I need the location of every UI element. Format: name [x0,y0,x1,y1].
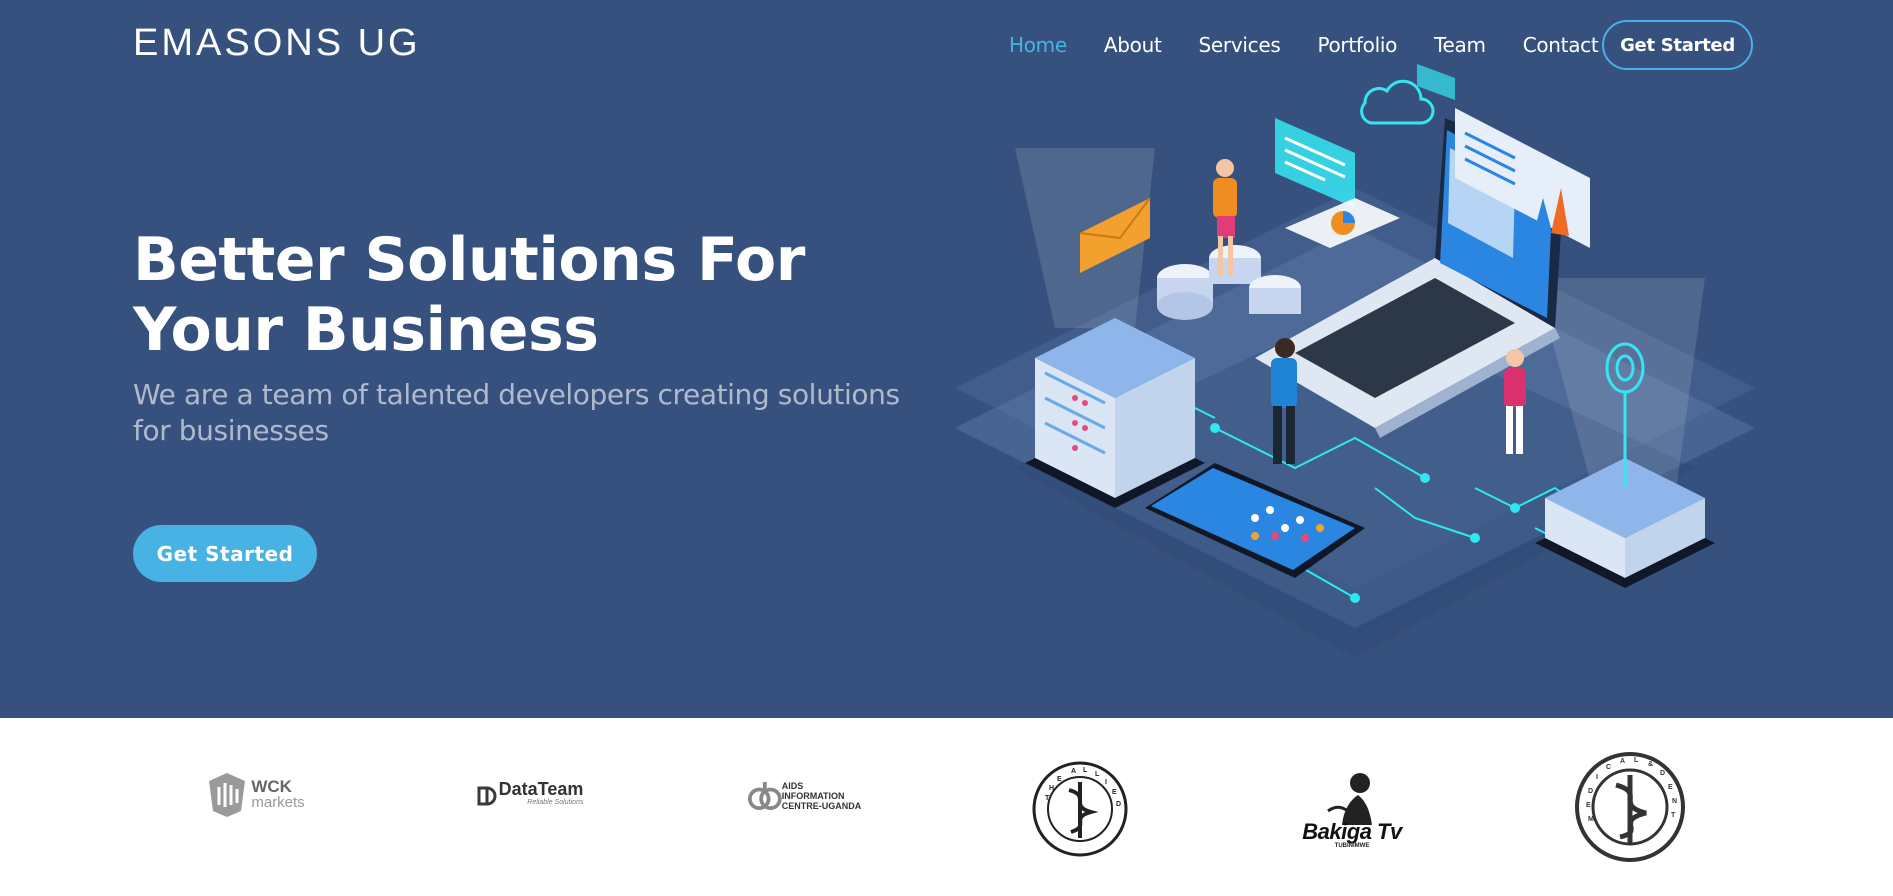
svg-text:T: T [1671,812,1676,819]
datateam-logo[interactable]: DataTeam Reliable Solutions [474,778,586,814]
isometric-tech-illustration [955,64,1755,658]
nav-link-contact[interactable]: Contact [1523,33,1599,57]
svg-text:L: L [1634,757,1639,764]
svg-text:L: L [1095,771,1100,778]
svg-text:D: D [1660,770,1665,777]
svg-text:D: D [1588,788,1593,795]
svg-text:E: E [1668,784,1673,791]
hero-subtitle: We are a team of talented developers cre… [133,378,900,447]
aids-logo-subtext: CENTRE-UGANDA [781,801,862,811]
hero-get-started-button[interactable]: Get Started [133,525,317,582]
svg-text:D: D [1116,801,1121,808]
clients-section: WCK markets DataTeam Reliable Solutions … [0,718,1893,896]
wck-logo-text: WCK [251,777,292,796]
hero-title: Better Solutions For Your Business [133,225,805,365]
nav-link-about[interactable]: About [1104,33,1162,57]
medical-council-seal-icon: MED ICA L&D ENT [1575,752,1685,862]
bakiga-tv-figure-icon [1327,773,1372,825]
nav-link-home[interactable]: Home [1009,33,1067,57]
wck-markets-logo[interactable]: WCK markets [200,770,310,820]
datateam-mark-icon [477,786,497,806]
hero-section: EMASONS UG Home About Services Portfolio… [0,0,1893,718]
svg-text:L: L [1083,767,1088,774]
site-logo[interactable]: EMASONS UG [133,22,421,65]
datateam-logo-text: DataTeam [498,779,584,799]
floating-panel-cyan [1275,118,1355,208]
svg-text:A: A [1071,768,1076,775]
svg-text:H: H [1049,785,1054,792]
allied-health-seal-icon: THE A LL IED [1032,761,1128,857]
bakiga-logo-text: Bakiga Tv [1302,819,1402,844]
allied-health-prof-council-logo[interactable]: THE ALL IED [1031,760,1129,858]
nav-link-portfolio[interactable]: Portfolio [1317,33,1397,57]
aids-ribbon-icon [748,781,782,811]
svg-text:C: C [1606,764,1611,771]
svg-text:A: A [1620,758,1625,765]
main-nav: Home About Services Portfolio Team Conta… [1009,33,1635,57]
bakiga-logo-subtext: TUBINIMWE [1334,843,1370,849]
nav-link-team[interactable]: Team [1434,33,1486,57]
aids-information-centre-logo[interactable]: AIDS INFORMATION CENTRE-UGANDA [748,776,863,816]
wck-shield-icon [209,773,246,817]
nav-link-services[interactable]: Services [1199,33,1281,57]
svg-text:M: M [1588,816,1594,823]
floating-tile-top [1417,64,1455,100]
svg-text:&: & [1648,761,1653,768]
medical-dental-practitioners-council-logo[interactable]: MED ICA L & D ENT [1574,751,1686,863]
svg-text:I: I [1105,779,1107,786]
bakiga-tv-logo[interactable]: Bakiga Tv TUBINIMWE [1298,762,1406,858]
svg-text:N: N [1672,798,1677,805]
aids-logo-text: AIDS INFORMATION [781,781,845,801]
wck-logo-subtext: markets [251,794,305,811]
svg-text:E: E [1057,776,1062,783]
svg-text:E: E [1586,802,1591,809]
svg-text:I: I [1596,774,1598,781]
svg-text:E: E [1112,789,1117,796]
svg-text:T: T [1045,795,1050,802]
